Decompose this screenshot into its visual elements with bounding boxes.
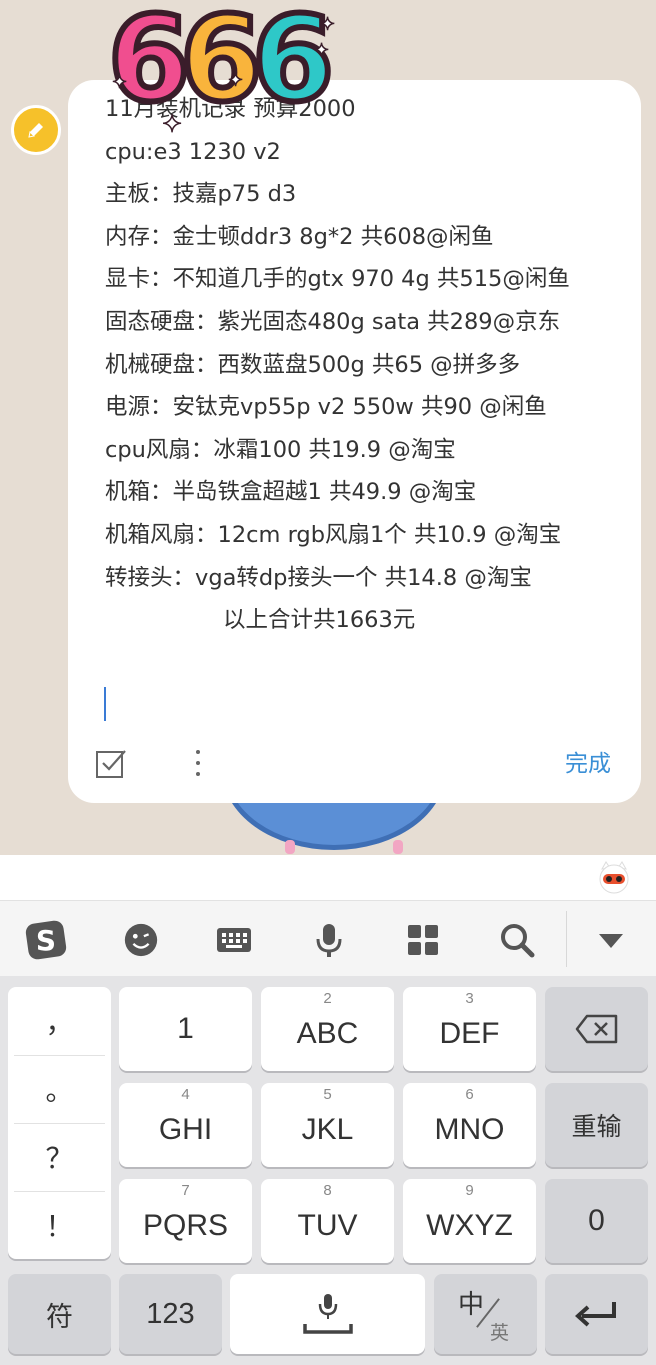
note-line: 机械硬盘：西数蓝盘500g 共65 @拼多多 [105,351,521,378]
done-button[interactable]: 完成 [565,744,611,784]
keyboard-toolbar: S [0,900,656,976]
language-toggle-button[interactable]: 中 英 [434,1274,537,1354]
sparkle-icon: ✦ [313,39,330,62]
key-8-tuv[interactable]: 8 TUV [261,1179,394,1263]
sticker-digit: 6 [177,0,265,128]
key-9-wxyz[interactable]: 9 WXYZ [403,1179,536,1263]
apps-grid-icon[interactable] [401,918,445,962]
key-3-def[interactable]: 3 DEF [403,987,536,1071]
mascot-icon[interactable] [596,859,632,895]
text-cursor [104,687,106,721]
punctuation-key[interactable]: ！ [8,1191,111,1259]
t9-keyboard: ， 。 ？ ！ 1 2 ABC 3 DEF 4 GHI 5 JKL 6 MNO … [0,976,656,1365]
keyboard-icon[interactable] [212,918,256,962]
symbols-button[interactable]: 符 [8,1274,111,1354]
enter-icon [574,1302,616,1327]
background-illustration-leg [393,840,403,854]
sparkle-icon: ✦ [161,109,183,139]
sparkle-icon: ✦ [319,13,336,36]
punctuation-key[interactable]: 。 [8,1055,111,1123]
microphone-space-icon [302,1294,353,1334]
note-line: 机箱：半岛铁盒超越1 共49.9 @淘宝 [105,479,477,506]
sticker-666: 6 6 6 ✦ ✦ ✦ ✦ ✦ [105,0,348,139]
reinput-button[interactable]: 重输 [545,1083,648,1167]
note-line: 机箱风扇：12cm rgb风扇1个 共10.9 @淘宝 [105,521,562,548]
emoji-icon[interactable] [119,918,163,962]
note-line: 电源：安钛克vp55p v2 550w 共90 @闲鱼 [105,394,547,421]
sparkle-icon: ✦ [111,71,128,94]
key-5-jkl[interactable]: 5 JKL [261,1083,394,1167]
key-2-abc[interactable]: 2 ABC [261,987,394,1071]
punctuation-list[interactable]: ， 。 ？ ！ [8,987,111,1259]
sogou-logo-icon[interactable]: S [24,918,68,962]
note-line: 内存：金士顿ddr3 8g*2 共608@闲鱼 [105,223,494,250]
edit-pencil-icon[interactable] [11,105,61,155]
note-line: 转接头：vga转dp接头一个 共14.8 @淘宝 [105,564,532,591]
checklist-icon[interactable] [94,747,128,781]
keyboard-suggestion-strip [0,855,656,900]
key-0[interactable]: 0 [545,1179,648,1263]
space-voice-button[interactable] [230,1274,425,1354]
note-total: 以上合计共1663元 [223,607,416,633]
note-text[interactable]: 11月装机记录 预算2000 cpu:e3 1230 v2 主板：技嘉p75 d… [105,88,625,599]
sticker-digit: 6 [105,0,193,128]
background-illustration-leg [285,840,295,854]
sparkle-icon: ✦ [227,69,244,92]
microphone-icon[interactable] [307,918,351,962]
backspace-button[interactable] [545,987,648,1071]
key-7-pqrs[interactable]: 7 PQRS [119,1179,252,1263]
note-editor-card[interactable]: 11月装机记录 预算2000 cpu:e3 1230 v2 主板：技嘉p75 d… [68,80,641,803]
collapse-icon[interactable] [589,918,633,962]
punctuation-key[interactable]: ？ [8,1123,111,1191]
key-1[interactable]: 1 [119,987,252,1071]
sticker-digit: 6 [249,0,337,128]
note-line: 显卡：不知道几手的gtx 970 4g 共515@闲鱼 [105,266,570,293]
punctuation-key[interactable]: ， [8,987,111,1055]
svg-text:S: S [36,924,56,957]
backspace-icon [575,1014,617,1044]
search-icon[interactable] [495,918,539,962]
note-line: 主板：技嘉p75 d3 [105,181,297,208]
key-6-mno[interactable]: 6 MNO [403,1083,536,1167]
note-line: 固态硬盘：紫光固态480g sata 共289@京东 [105,308,561,335]
key-4-ghi[interactable]: 4 GHI [119,1083,252,1167]
note-line: cpu:e3 1230 v2 [105,138,281,165]
toolbar-divider [566,911,567,967]
note-toolbar: 完成 [68,738,641,788]
note-line: cpu风扇：冰霜100 共19.9 @淘宝 [105,436,456,463]
enter-button[interactable] [545,1274,648,1354]
more-options-icon[interactable] [193,746,203,780]
numbers-button[interactable]: 123 [119,1274,222,1354]
